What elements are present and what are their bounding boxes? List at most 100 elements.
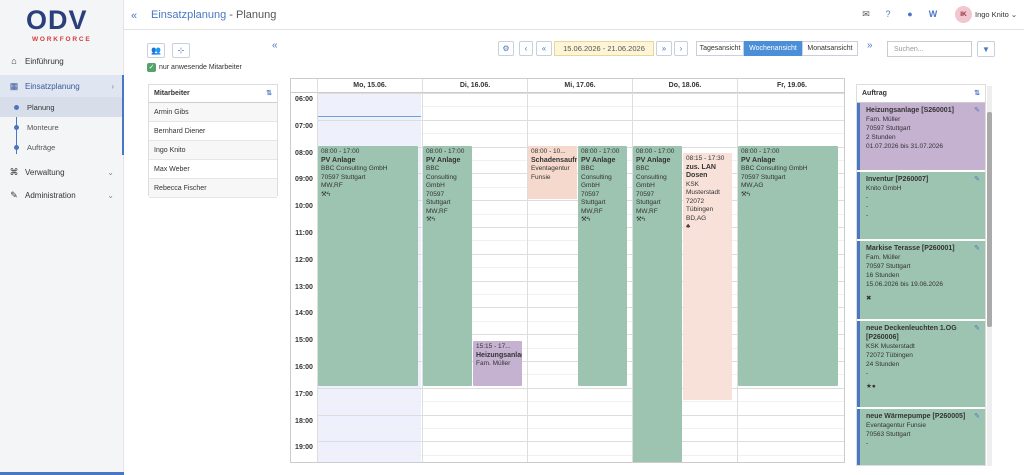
subnav-label: Monteure bbox=[27, 122, 59, 132]
settings-button[interactable]: ⚙ bbox=[498, 41, 514, 56]
nav-einfuehrung[interactable]: ⌂ Einführung bbox=[0, 50, 124, 72]
event-time: 08:15 - 17:30 bbox=[686, 155, 725, 162]
event-card[interactable]: 08:15 - 17:30 zus. LAN Dosen KSK Musters… bbox=[683, 153, 732, 400]
day-header: Mi, 17.06. bbox=[527, 79, 632, 93]
order-line: 16 Stunden bbox=[866, 272, 900, 279]
order-line: - bbox=[866, 203, 869, 210]
help-icon[interactable]: ? bbox=[882, 9, 894, 19]
event-card[interactable]: 08:00 - 17:00 PV Anlage BBC Consulting G… bbox=[738, 146, 838, 386]
filter-button[interactable]: ▼ bbox=[977, 41, 995, 57]
expand-orders-icon[interactable]: » bbox=[867, 40, 873, 51]
scrollbar-thumb[interactable] bbox=[987, 112, 992, 327]
nav-einsatzplanung[interactable]: ▦ Einsatzplanung › bbox=[0, 75, 124, 97]
next-day-button[interactable]: › bbox=[674, 41, 688, 56]
hour-gridline bbox=[317, 441, 844, 443]
hour-label: 16:00 bbox=[295, 364, 313, 371]
event-line: BBC Consulting GmbH bbox=[321, 165, 388, 172]
event-card[interactable]: 08:00 - 17:00 PV Anlage BBC Consulting G… bbox=[318, 146, 418, 386]
hierarchy-button[interactable]: ⊹ bbox=[172, 43, 190, 58]
day-header: Di, 16.06. bbox=[422, 79, 527, 93]
edit-icon[interactable]: ✎ bbox=[974, 412, 980, 421]
subnav-monteure[interactable]: Monteure bbox=[0, 117, 124, 137]
order-line: 24 Stunden bbox=[866, 361, 900, 368]
prev-week-button[interactable]: « bbox=[536, 41, 552, 56]
breadcrumb-separator: - bbox=[226, 9, 237, 21]
hour-label: 12:00 bbox=[295, 256, 313, 264]
event-line: 70597 bbox=[426, 190, 445, 198]
hour-label: 18:00 bbox=[295, 417, 313, 425]
globe-icon[interactable]: ● bbox=[904, 9, 916, 19]
chevron-right-icon: › bbox=[679, 44, 683, 53]
employee-row[interactable]: Max Weber bbox=[149, 160, 277, 179]
event-title: PV Anlage bbox=[321, 156, 356, 164]
tab-tagesansicht[interactable]: Tagesansicht bbox=[696, 41, 744, 56]
employee-row[interactable]: Ingo Knito bbox=[149, 141, 277, 160]
employee-row[interactable]: Rebecca Fischer bbox=[149, 179, 277, 198]
order-card[interactable]: ✎ Markise Terasse [P260001] Fam. Müller … bbox=[857, 241, 985, 319]
sort-icon[interactable]: ⇅ bbox=[974, 89, 980, 97]
chevron-down-icon: ⌄ bbox=[1010, 10, 1018, 19]
chevron-down-icon: ⌄ bbox=[107, 167, 114, 177]
event-card[interactable]: 08:00 - 17:00 PV Anlage BBC Consulting G… bbox=[423, 146, 472, 386]
corner-cell bbox=[291, 79, 317, 93]
edit-icon[interactable]: ✎ bbox=[974, 244, 980, 253]
employee-group-button[interactable]: 👥 bbox=[147, 43, 165, 58]
tab-wochenansicht[interactable]: Wochenansicht bbox=[744, 41, 802, 56]
order-line: 70597 Stuttgart bbox=[866, 263, 911, 270]
breadcrumb-section[interactable]: Einsatzplanung bbox=[151, 9, 226, 21]
employee-row[interactable]: Bernhard Diener bbox=[149, 122, 277, 141]
event-line: MW,RF bbox=[636, 207, 658, 215]
bullet-icon bbox=[14, 124, 19, 130]
avatar[interactable]: IK bbox=[955, 6, 972, 23]
event-card[interactable]: 08:00 - 17:00 PV Anlage BBC Consulting G… bbox=[578, 146, 627, 386]
filter-icon: ▼ bbox=[982, 44, 990, 54]
bullet-icon bbox=[14, 104, 19, 110]
nav-verwaltung[interactable]: ⌘ Verwaltung ⌄ bbox=[0, 161, 124, 183]
event-title: PV Anlage bbox=[426, 156, 461, 164]
mail-icon[interactable]: ✉ bbox=[860, 9, 872, 20]
event-card[interactable]: 08:00 - 10... Schadensaufnahme Eventagen… bbox=[528, 146, 577, 199]
day-column-line bbox=[527, 79, 528, 462]
date-range-picker[interactable]: 15.06.2026 - 21.06.2026 bbox=[554, 41, 654, 56]
odv-logo[interactable]: ODV WORKFORCE bbox=[26, 6, 100, 46]
tab-monatsansicht[interactable]: Monatsansicht bbox=[802, 41, 858, 56]
hour-gridline bbox=[317, 414, 844, 416]
nav-administration[interactable]: ✎ Administration ⌄ bbox=[0, 184, 124, 206]
event-time: 08:00 - 10... bbox=[531, 148, 566, 155]
half-hour-gridline bbox=[317, 106, 844, 108]
search-input[interactable]: Suchen... bbox=[887, 41, 972, 57]
subnav-label: Planung bbox=[27, 102, 55, 112]
page-title: Planung bbox=[236, 9, 277, 21]
edit-icon[interactable]: ✎ bbox=[974, 106, 980, 115]
subnav-planung[interactable]: Planung bbox=[0, 97, 124, 117]
event-line: BBC bbox=[426, 165, 440, 172]
hour-label: 19:00 bbox=[295, 444, 313, 452]
collapse-employees-icon[interactable]: « bbox=[272, 40, 278, 51]
event-title: Heizungsanlage bbox=[476, 351, 522, 359]
subnav-auftraege[interactable]: Aufträge bbox=[0, 137, 124, 157]
order-line: 72072 Tübingen bbox=[866, 352, 913, 359]
prev-day-button[interactable]: ‹ bbox=[519, 41, 533, 56]
edit-icon[interactable]: ✎ bbox=[974, 175, 980, 184]
event-line: Consulting bbox=[636, 173, 667, 181]
user-menu[interactable]: Ingo Knito ⌄ bbox=[975, 10, 1017, 19]
user-name: Ingo Knito bbox=[975, 10, 1009, 19]
wiki-icon[interactable]: W bbox=[927, 9, 939, 19]
sort-icon[interactable]: ⇅ bbox=[266, 89, 272, 97]
edit-icon[interactable]: ✎ bbox=[974, 324, 980, 333]
employee-row[interactable]: Armin Gibs bbox=[149, 103, 277, 122]
next-week-button[interactable]: » bbox=[656, 41, 672, 56]
hour-label: 11:00 bbox=[295, 230, 313, 237]
hour-label: 17:00 bbox=[295, 390, 313, 398]
order-card[interactable]: ✎ neue Wärmepumpe [P260005] Eventagentur… bbox=[857, 409, 985, 465]
only-present-checkbox[interactable]: ✓ bbox=[147, 63, 156, 72]
order-card[interactable]: ✎ Inventur [P260007] Knito GmbH - - - bbox=[857, 172, 985, 239]
event-line: Musterstadt bbox=[686, 189, 720, 196]
event-card[interactable]: 08:00 - 17:00 PV Anlage BBC Consulting G… bbox=[633, 146, 682, 462]
event-card[interactable]: 15:15 - 17... Heizungsanlage Fam. Müller bbox=[473, 341, 522, 386]
order-card[interactable]: ✎ Heizungsanlage [S260001] Fam. Müller 7… bbox=[857, 103, 985, 170]
order-title: neue Deckenleuchten 1.OG [P260006] bbox=[866, 325, 957, 341]
event-line: Stuttgart bbox=[636, 199, 661, 206]
order-card[interactable]: ✎ neue Deckenleuchten 1.OG [P260006] KSK… bbox=[857, 321, 985, 407]
collapse-sidebar-icon[interactable]: « bbox=[131, 10, 137, 22]
